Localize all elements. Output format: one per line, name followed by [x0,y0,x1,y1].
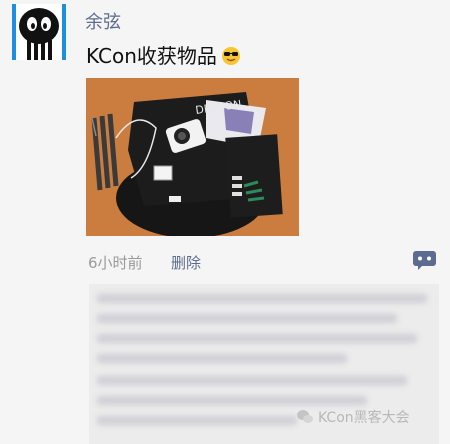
cool-face-emoji-icon [221,46,241,71]
comment-icon [413,251,436,270]
watermark-text: KCon黑客大会 [318,410,410,426]
post-time: 6小时前 [88,254,143,272]
blurred-comment-line [97,334,417,343]
avatar[interactable] [12,4,66,60]
comment-button[interactable] [412,250,437,270]
blurred-comment-line [97,376,407,385]
avatar-icon [12,4,66,60]
post-text: KCon收获物品 [86,40,241,71]
post-photo[interactable]: DEFCON [86,78,299,236]
photo-image: DEFCON [86,78,299,236]
blurred-comment-line [97,354,347,363]
blurred-comment-line [97,314,397,323]
wechat-icon [297,410,313,423]
blurred-comment-line [97,294,427,303]
delete-link[interactable]: 删除 [171,252,201,273]
blurred-comment-line [97,396,367,405]
post-text-content: KCon收获物品 [86,44,217,68]
blurred-comment-line [97,416,297,425]
watermark: KCon黑客大会 [296,407,410,427]
author-name[interactable]: 余弦 [85,8,121,34]
